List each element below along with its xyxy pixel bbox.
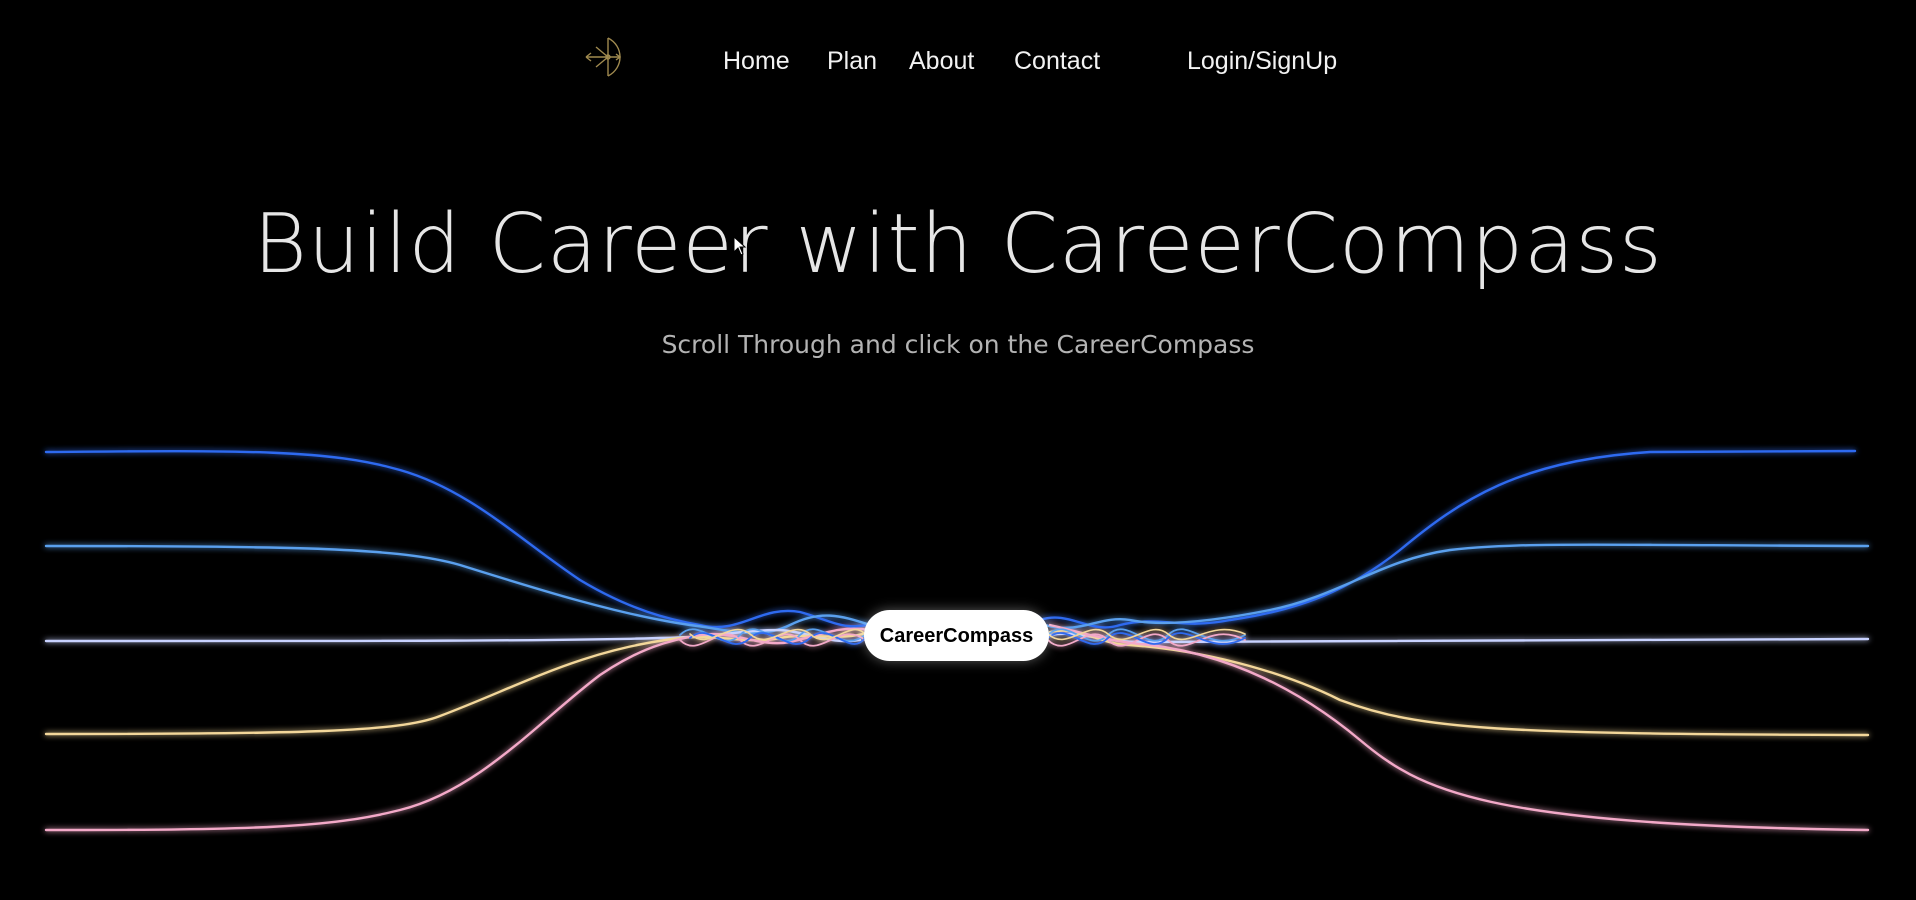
top-navbar: Home Plan About Contact Login/SignUp [0,0,1916,120]
hero-subtitle: Scroll Through and click on the CareerCo… [661,330,1255,359]
page-root: Home Plan About Contact Login/SignUp Bui… [0,0,1916,900]
hero-title: Build Career with CareerCompass [253,197,1663,292]
nav-about-link[interactable]: About [909,44,974,78]
careercompass-button[interactable]: CareerCompass [864,610,1049,661]
compass-logo-icon[interactable] [580,32,630,82]
nav-contact-link[interactable]: Contact [1014,44,1100,78]
nav-plan-link[interactable]: Plan [827,44,877,78]
wave-line-blue-dark [44,449,1857,629]
login-signup-link[interactable]: Login/SignUp [1187,44,1337,78]
mouse-cursor-icon [733,236,747,256]
nav-home-link[interactable]: Home [723,44,790,78]
